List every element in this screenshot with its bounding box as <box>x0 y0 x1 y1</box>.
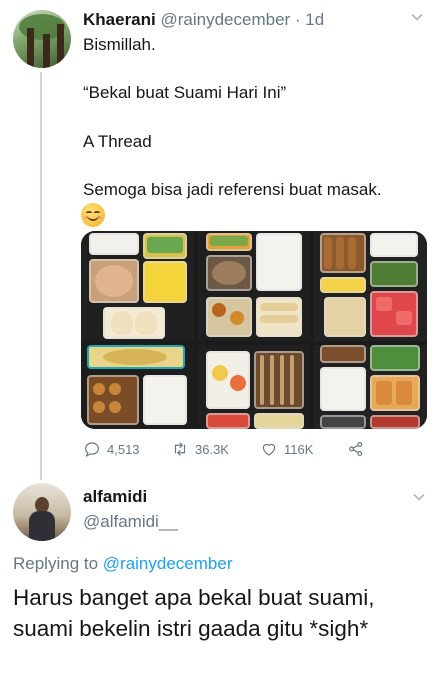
tweet-text-line: “Bekal buat Suami Hari Ini” <box>83 83 287 102</box>
like-count: 116K <box>284 441 314 457</box>
replying-to-line: Replying to @rainydecember <box>13 553 232 575</box>
smiling-face-emoji-icon <box>81 203 105 227</box>
reply-author-name[interactable]: alfamidi <box>83 487 147 507</box>
author-name[interactable]: Khaerani <box>83 10 156 29</box>
retweet-button[interactable]: 36.3K <box>171 438 229 460</box>
like-button[interactable]: 116K <box>260 438 313 460</box>
replying-to-prefix: Replying to <box>13 554 103 573</box>
reply-author-handle[interactable]: @alfamidi__ <box>83 511 178 533</box>
replying-to-mention[interactable]: @rainydecember <box>103 554 233 573</box>
tweet-timestamp[interactable]: 1d <box>305 10 324 29</box>
share-icon <box>349 442 363 456</box>
reply-count: 4,513 <box>107 441 140 457</box>
tweet-text-line: Bismillah. <box>83 35 156 54</box>
reply-button[interactable]: 4,513 <box>83 438 140 460</box>
tweet-action-bar: 4,513 36.3K 116K <box>83 438 383 460</box>
share-button[interactable] <box>347 438 365 460</box>
thread-connector-line <box>40 72 42 480</box>
tweet-text-line: Semoga bisa jadi referensi buat masak. <box>83 180 382 199</box>
chevron-down-icon[interactable] <box>412 490 426 504</box>
chevron-down-icon[interactable] <box>410 10 424 24</box>
tweet-header: Khaerani @rainydecember · 1d <box>83 10 428 30</box>
avatar-khaerani[interactable] <box>13 10 71 68</box>
header-separator: · <box>290 10 306 29</box>
avatar-alfamidi[interactable] <box>13 483 71 541</box>
retweet-icon <box>174 442 186 456</box>
retweet-count: 36.3K <box>195 441 229 457</box>
heart-icon <box>262 443 276 456</box>
author-handle[interactable]: @rainydecember <box>160 10 290 29</box>
reply-icon <box>85 442 99 457</box>
tweet-photo-collage[interactable] <box>81 231 427 429</box>
reply-tweet-text: Harus banget apa bekal buat suami, suami… <box>13 585 375 641</box>
tweet-text-line: A Thread <box>83 132 152 151</box>
